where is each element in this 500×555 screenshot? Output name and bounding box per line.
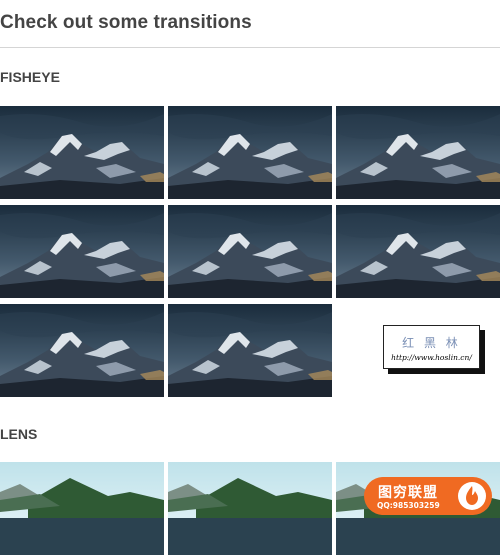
watermark-stamp: 红 黑 林 http://www.hoslin.cn/ xyxy=(383,325,480,369)
lens-image-2[interactable] xyxy=(168,462,332,555)
fisheye-image-5[interactable] xyxy=(168,205,332,298)
promo-badge[interactable]: 图穷联盟 QQ:985303259 xyxy=(364,477,492,515)
flame-logo-icon xyxy=(458,482,486,510)
title-divider xyxy=(0,47,500,48)
watermark-text: 红 黑 林 xyxy=(402,336,461,350)
fisheye-image-1[interactable] xyxy=(0,106,164,199)
lens-image-1[interactable] xyxy=(0,462,164,555)
section-heading-lens: LENS xyxy=(0,426,38,442)
fisheye-image-2[interactable] xyxy=(168,106,332,199)
fisheye-image-8[interactable] xyxy=(168,304,332,397)
badge-qq: QQ:985303259 xyxy=(377,501,440,510)
badge-name: 图穷联盟 xyxy=(378,485,438,501)
watermark-url: http://www.hoslin.cn/ xyxy=(391,353,472,362)
section-heading-fisheye: FISHEYE xyxy=(0,69,60,85)
fisheye-image-7[interactable] xyxy=(0,304,164,397)
page-title: Check out some transitions xyxy=(0,12,252,33)
fisheye-image-6[interactable] xyxy=(336,205,500,298)
fisheye-image-3[interactable] xyxy=(336,106,500,199)
fisheye-image-4[interactable] xyxy=(0,205,164,298)
